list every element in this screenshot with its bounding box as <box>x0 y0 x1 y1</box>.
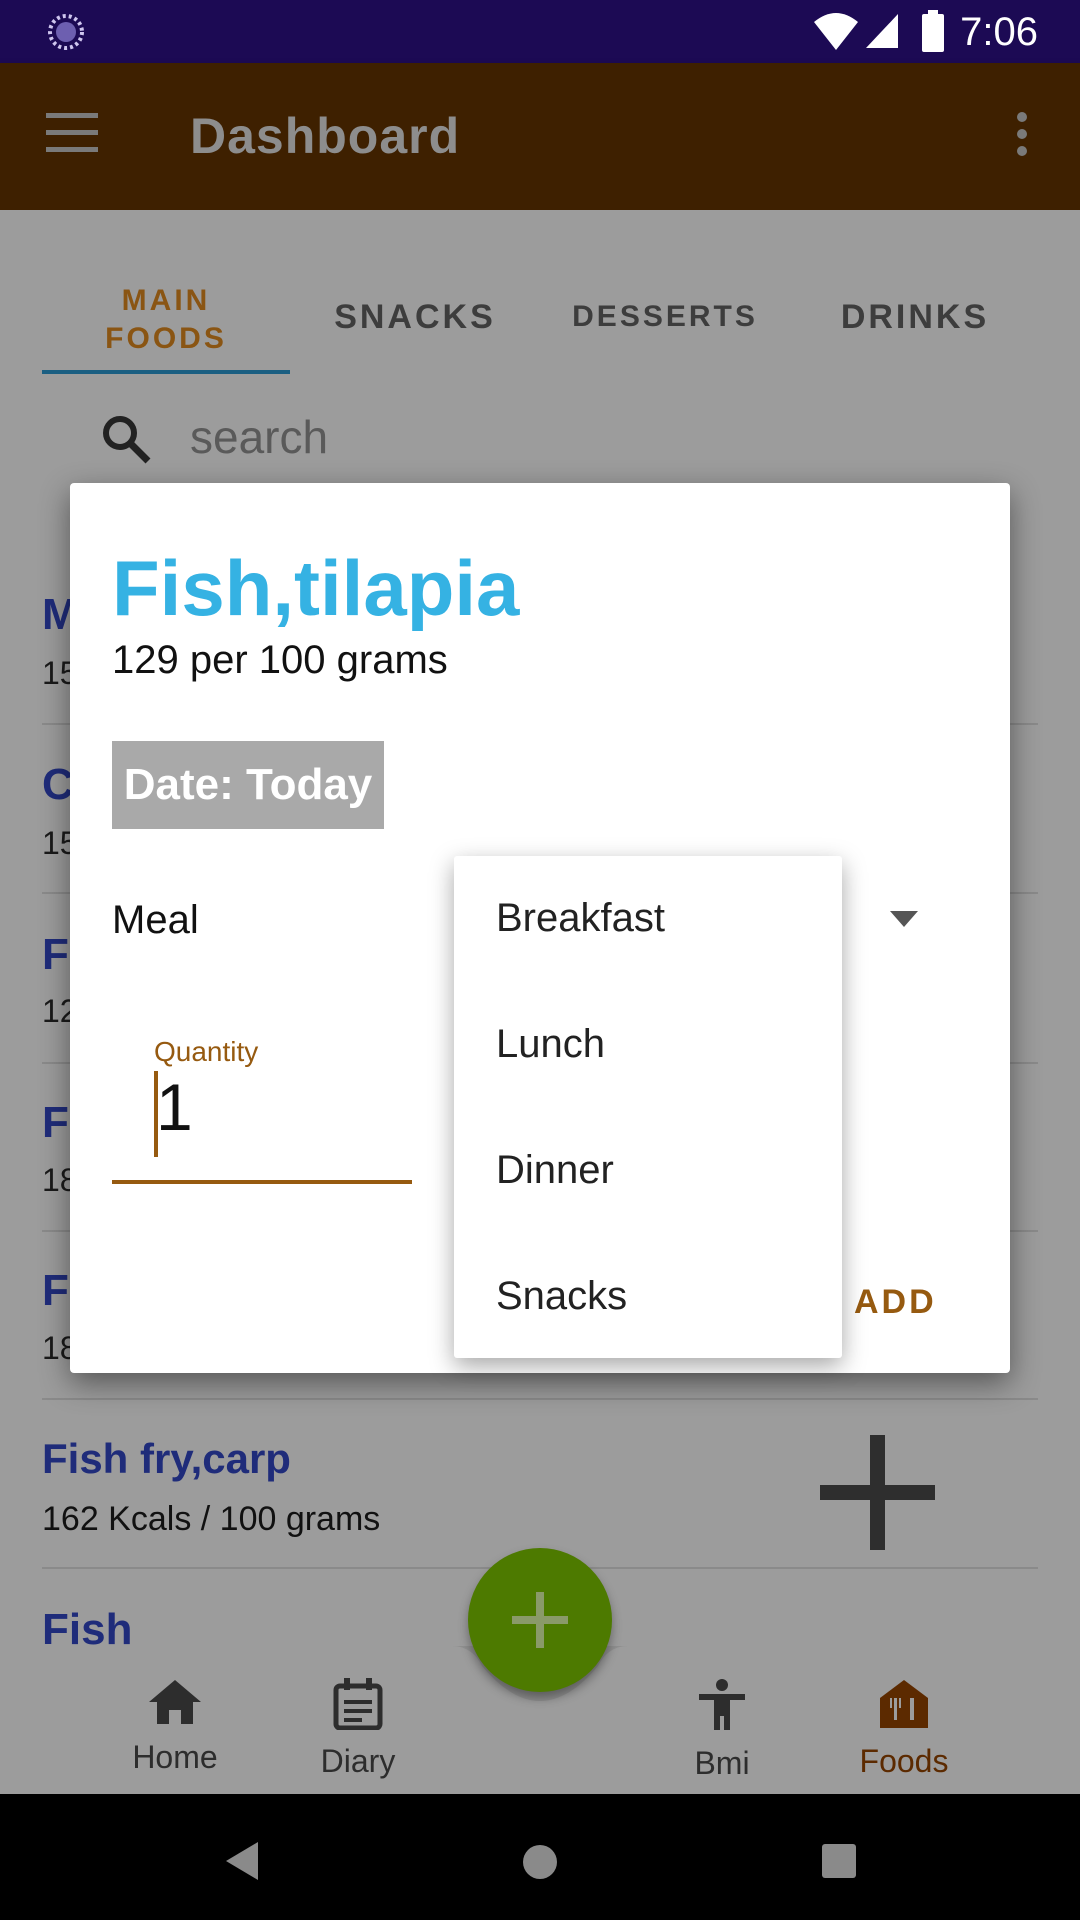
loading-icon <box>48 14 84 50</box>
meal-option-lunch[interactable]: Lunch <box>496 1022 605 1067</box>
status-time: 7:06 <box>960 10 1038 54</box>
nav-foods[interactable]: Foods <box>824 1678 984 1780</box>
meal-option-breakfast[interactable]: Breakfast <box>496 896 665 941</box>
food-name: Fish fry,carp <box>42 1435 291 1482</box>
restaurant-icon <box>880 1680 928 1728</box>
meal-option-snacks[interactable]: Snacks <box>496 1274 627 1319</box>
quantity-field[interactable]: 1 <box>156 1069 193 1145</box>
nav-label: Foods <box>859 1743 949 1779</box>
home-button-icon[interactable] <box>520 1842 560 1882</box>
nav-label: Home <box>132 1739 218 1775</box>
text-cursor <box>154 1071 158 1157</box>
page-title: Dashboard <box>190 108 461 164</box>
battery-icon <box>922 10 944 52</box>
food-kcal: 162 Kcals / 100 grams <box>42 1500 381 1538</box>
meal-dropdown-menu: Breakfast Lunch Dinner Snacks <box>454 856 842 1358</box>
wifi-icon <box>814 13 858 50</box>
cellular-signal-icon <box>866 14 898 48</box>
system-navigation-bar <box>0 1794 1080 1920</box>
dropdown-arrow-icon[interactable] <box>890 911 918 927</box>
plus-icon <box>512 1592 568 1648</box>
nav-label: Bmi <box>694 1745 750 1781</box>
dialog-subtitle: 129 per 100 grams <box>112 638 448 682</box>
food-name: Fish <box>42 1605 133 1654</box>
add-food-icon[interactable] <box>820 1435 935 1550</box>
status-bar: 7:06 <box>0 0 1080 63</box>
date-button[interactable]: Date: Today <box>112 741 384 829</box>
nav-diary[interactable]: Diary <box>278 1678 438 1780</box>
quantity-label: Quantity <box>154 1036 259 1067</box>
quantity-underline <box>112 1180 412 1184</box>
more-options-icon[interactable] <box>1012 111 1032 157</box>
nav-home[interactable]: Home <box>95 1678 255 1776</box>
app-bar: Dashboard <box>0 63 1080 210</box>
dialog-title: Fish,tilapia <box>112 544 520 632</box>
meal-label: Meal <box>112 898 199 942</box>
add-fab-button[interactable] <box>468 1548 612 1692</box>
nav-label: Diary <box>320 1743 396 1779</box>
meal-option-dinner[interactable]: Dinner <box>496 1148 614 1193</box>
home-icon <box>149 1680 201 1724</box>
menu-icon[interactable] <box>46 113 98 153</box>
back-icon[interactable] <box>224 1842 260 1882</box>
person-icon <box>699 1679 745 1730</box>
calendar-icon <box>333 1678 383 1731</box>
nav-bmi[interactable]: Bmi <box>642 1678 802 1782</box>
recents-icon[interactable] <box>822 1844 856 1878</box>
add-button[interactable]: ADD <box>854 1283 937 1322</box>
